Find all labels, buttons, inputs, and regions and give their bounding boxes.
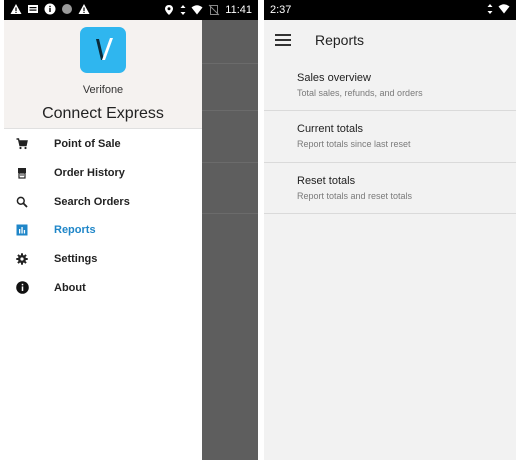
report-item-current-totals[interactable]: Current totals Report totals since last … bbox=[264, 111, 516, 163]
left-phone-screen: 11:41 Verifone Connect Express Point of … bbox=[4, 0, 258, 460]
menu-item-label: Settings bbox=[54, 253, 98, 266]
report-list: Sales overview Total sales, refunds, and… bbox=[264, 60, 516, 214]
verifone-logo-icon bbox=[80, 27, 126, 73]
divider bbox=[202, 63, 258, 64]
menu-item-label: Order History bbox=[54, 167, 125, 180]
menu-item-settings[interactable]: Settings bbox=[4, 245, 202, 274]
info-icon bbox=[44, 3, 56, 15]
brand-name: Verifone bbox=[82, 84, 124, 96]
info-icon bbox=[15, 281, 29, 295]
menu-item-label: Reports bbox=[54, 224, 96, 237]
wifi-icon bbox=[191, 5, 203, 15]
wifi-icon bbox=[498, 4, 510, 14]
report-subtitle: Report totals and reset totals bbox=[297, 190, 413, 201]
circle-icon bbox=[62, 4, 72, 14]
data-arrows-icon bbox=[180, 5, 186, 15]
menu-item-reports[interactable]: Reports bbox=[4, 216, 202, 245]
drawer-menu: Point of Sale Order History Search Order… bbox=[4, 130, 202, 302]
warning-icon bbox=[78, 4, 90, 14]
drawer-header: Verifone Connect Express bbox=[4, 20, 202, 129]
location-icon bbox=[165, 5, 174, 15]
navigation-drawer: Verifone Connect Express Point of Sale O… bbox=[4, 20, 202, 460]
search-icon bbox=[15, 195, 29, 209]
divider bbox=[202, 213, 258, 214]
menu-item-about[interactable]: About bbox=[4, 273, 202, 302]
cart-icon bbox=[15, 137, 29, 151]
app-name: Connect Express bbox=[42, 105, 164, 122]
right-phone-screen: 2:37 Reports Sales overview Total sales,… bbox=[264, 0, 516, 460]
sim-card-icon bbox=[28, 5, 38, 13]
report-subtitle: Total sales, refunds, and orders bbox=[297, 88, 423, 98]
data-arrows-icon bbox=[487, 4, 493, 14]
divider bbox=[202, 162, 258, 163]
report-item-reset-totals[interactable]: Reset totals Report totals and reset tot… bbox=[264, 163, 516, 214]
report-title: Current totals bbox=[297, 123, 364, 136]
status-time: 2:37 bbox=[270, 4, 292, 16]
report-title: Sales overview bbox=[297, 72, 371, 84]
report-item-sales-overview[interactable]: Sales overview Total sales, refunds, and… bbox=[264, 60, 516, 112]
status-bar: 2:37 bbox=[264, 0, 516, 20]
menu-item-label: About bbox=[54, 281, 86, 294]
menu-item-label: Point of Sale bbox=[54, 138, 121, 151]
menu-item-point-of-sale[interactable]: Point of Sale bbox=[4, 130, 202, 159]
menu-item-label: Search Orders bbox=[54, 195, 130, 208]
hamburger-icon[interactable] bbox=[275, 34, 291, 46]
app-bar: Reports bbox=[264, 20, 516, 60]
status-bar: 11:41 bbox=[4, 0, 258, 20]
bar-chart-icon bbox=[15, 223, 29, 237]
report-subtitle: Report totals since last reset bbox=[297, 139, 411, 150]
status-time: 11:41 bbox=[225, 4, 252, 16]
menu-item-search-orders[interactable]: Search Orders bbox=[4, 187, 202, 216]
divider bbox=[202, 110, 258, 111]
page-title: Reports bbox=[315, 32, 365, 48]
menu-item-order-history[interactable]: Order History bbox=[4, 159, 202, 188]
report-title: Reset totals bbox=[297, 174, 356, 187]
no-sim-icon bbox=[208, 4, 220, 16]
receipt-icon bbox=[15, 166, 29, 180]
warning-icon bbox=[10, 4, 22, 14]
gear-icon bbox=[15, 252, 29, 266]
